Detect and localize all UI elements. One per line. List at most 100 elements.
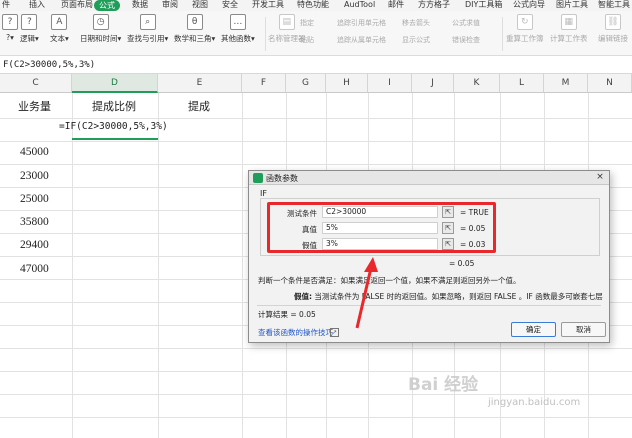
watermark-url: jingyan.baidu.com: [488, 397, 581, 408]
menu-formulas[interactable]: 公式: [94, 0, 120, 11]
grid-line: [0, 394, 632, 395]
menu-file[interactable]: 件: [2, 0, 10, 11]
separator: [265, 17, 266, 51]
datetime-button[interactable]: ◷ 日期和时间▾: [80, 14, 121, 44]
recalc-workbook-icon: ↻: [516, 14, 533, 30]
argument-help-text: 当测试条件为 FALSE 时的返回值。如果忽略，则返回 FALSE 。IF 函数…: [314, 292, 603, 301]
paste-button[interactable]: 粘贴: [300, 35, 314, 45]
volume-cell[interactable]: 23000: [20, 170, 49, 182]
menu-page-layout[interactable]: 页面布局: [61, 0, 93, 11]
menu-mail[interactable]: 邮件: [388, 0, 404, 11]
help-label: ?▾: [6, 33, 14, 42]
watermark-logo: Bai 经验: [408, 375, 479, 395]
text-icon: A: [51, 14, 68, 30]
help-link[interactable]: 查看该函数的操作技巧: [258, 327, 333, 338]
function-description: 判断一个条件是否满足：如果满足返回一个值，如果不满足则返回另外一个值。: [258, 276, 521, 285]
name-manager-icon: ▤: [278, 14, 295, 30]
more-functions-label: 其他函数▾: [221, 34, 255, 43]
external-link-icon[interactable]: ↗: [330, 328, 339, 337]
remove-arrows-button[interactable]: 移去箭头: [402, 18, 430, 28]
show-formulas-button[interactable]: 显示公式: [402, 35, 430, 45]
function-arguments-dialog: 函数参数 × IF 测试条件 C2>30000 ⇱ = TRUE 真值 5% ⇱…: [248, 170, 610, 343]
formula-bar[interactable]: F(C2>30000,5%,3%): [0, 57, 632, 74]
column-header-g[interactable]: G: [286, 74, 326, 93]
datetime-label: 日期和时间▾: [80, 34, 122, 43]
logic-icon: ?: [21, 14, 38, 30]
menu-smart-tools[interactable]: 智能工具: [598, 0, 630, 11]
grid-line: [72, 93, 73, 438]
edit-links-button[interactable]: ⛓ 编辑链接: [598, 14, 628, 44]
volume-cell[interactable]: 29400: [20, 239, 49, 251]
logic-label: 逻辑▾: [20, 34, 39, 43]
column-header-m[interactable]: M: [544, 74, 588, 93]
separator: [502, 17, 503, 51]
column-header-h[interactable]: H: [326, 74, 368, 93]
column-header-k[interactable]: K: [454, 74, 500, 93]
text-label: 文本▾: [50, 34, 69, 43]
grid-line: [242, 93, 243, 438]
math-button[interactable]: θ 数学和三角▾: [174, 14, 215, 44]
grid-line: [0, 164, 632, 165]
lookup-button[interactable]: ⌕ 查找与引用▾: [127, 14, 168, 44]
recalc-workbook-label: 重算工作簿: [506, 34, 544, 43]
cancel-button[interactable]: 取消: [561, 322, 606, 337]
menu-diy-toolbox[interactable]: DIY工具箱: [465, 0, 502, 11]
app-icon: [253, 173, 263, 183]
menu-features[interactable]: 特色功能: [297, 0, 329, 11]
trace-dependents-button[interactable]: 追踪从属单元格: [337, 35, 386, 45]
menu-insert[interactable]: 插入: [29, 0, 45, 11]
column-header-j[interactable]: J: [412, 74, 454, 93]
column-header-l[interactable]: L: [500, 74, 544, 93]
grid-line: [158, 93, 159, 438]
header-cell-commission[interactable]: 提成: [188, 98, 210, 114]
grid-line: [0, 141, 632, 142]
calendar-icon: ◷: [92, 14, 109, 30]
menu-formula-wizard[interactable]: 公式向导: [513, 0, 545, 11]
volume-cell[interactable]: 47000: [20, 263, 49, 275]
menu-security[interactable]: 安全: [222, 0, 238, 11]
menu-bar: 件 插入 页面布局 公式 数据 审阅 视图 安全 开发工具 特色功能 AudTo…: [0, 0, 632, 11]
error-check-button[interactable]: 错误检查: [452, 35, 480, 45]
text-button[interactable]: A 文本▾: [50, 14, 69, 44]
active-cell-formula[interactable]: =IF(C2>30000,5%,3%): [59, 121, 168, 132]
header-cell-volume[interactable]: 业务量: [18, 98, 51, 114]
menu-view[interactable]: 视图: [192, 0, 208, 11]
math-label: 数学和三角▾: [174, 34, 216, 43]
column-header-i[interactable]: I: [368, 74, 412, 93]
menu-image-tools[interactable]: 图片工具: [556, 0, 588, 11]
ok-button[interactable]: 确定: [511, 322, 556, 337]
trace-precedents-button[interactable]: 追踪引用单元格: [337, 18, 386, 28]
column-header-n[interactable]: N: [588, 74, 632, 93]
menu-fangfang[interactable]: 方方格子: [418, 0, 450, 11]
column-header-c[interactable]: C: [0, 74, 72, 93]
volume-cell[interactable]: 25000: [20, 193, 49, 205]
header-cell-rate[interactable]: 提成比例: [92, 98, 136, 114]
argument-help: 假值: 当测试条件为 FALSE 时的返回值。如果忽略，则返回 FALSE 。I…: [294, 291, 603, 302]
calc-sheet-icon: ▦: [560, 14, 577, 30]
column-header-e[interactable]: E: [158, 74, 242, 93]
help-button[interactable]: ? ?▾: [2, 14, 18, 42]
lookup-label: 查找与引用▾: [127, 34, 169, 43]
grid-line: [0, 348, 632, 349]
dialog-title-bar[interactable]: 函数参数 ×: [249, 171, 609, 185]
column-header-f[interactable]: F: [242, 74, 286, 93]
volume-cell[interactable]: 45000: [20, 146, 49, 158]
volume-cell[interactable]: 35800: [20, 216, 49, 228]
more-functions-icon: …: [229, 14, 246, 30]
menu-developer[interactable]: 开发工具: [252, 0, 284, 11]
highlight-box: [267, 202, 496, 253]
menu-audtool[interactable]: AudTool: [344, 0, 375, 11]
close-icon[interactable]: ×: [595, 172, 605, 183]
recalc-workbook-button[interactable]: ↻ 重算工作簿: [506, 14, 544, 44]
edit-links-label: 编辑链接: [598, 34, 628, 43]
more-functions-button[interactable]: … 其他函数▾: [221, 14, 255, 44]
lookup-icon: ⌕: [139, 14, 156, 30]
formula-bar-text[interactable]: F(C2>30000,5%,3%): [3, 60, 95, 70]
logic-button[interactable]: ? 逻辑▾: [20, 14, 39, 44]
menu-data[interactable]: 数据: [132, 0, 148, 11]
column-header-d[interactable]: D: [72, 74, 158, 93]
menu-review[interactable]: 审阅: [162, 0, 178, 11]
specify-button[interactable]: 指定: [300, 18, 314, 28]
evaluate-formula-button[interactable]: 公式求值: [452, 18, 480, 28]
calc-sheet-button[interactable]: ▦ 计算工作表: [550, 14, 588, 44]
